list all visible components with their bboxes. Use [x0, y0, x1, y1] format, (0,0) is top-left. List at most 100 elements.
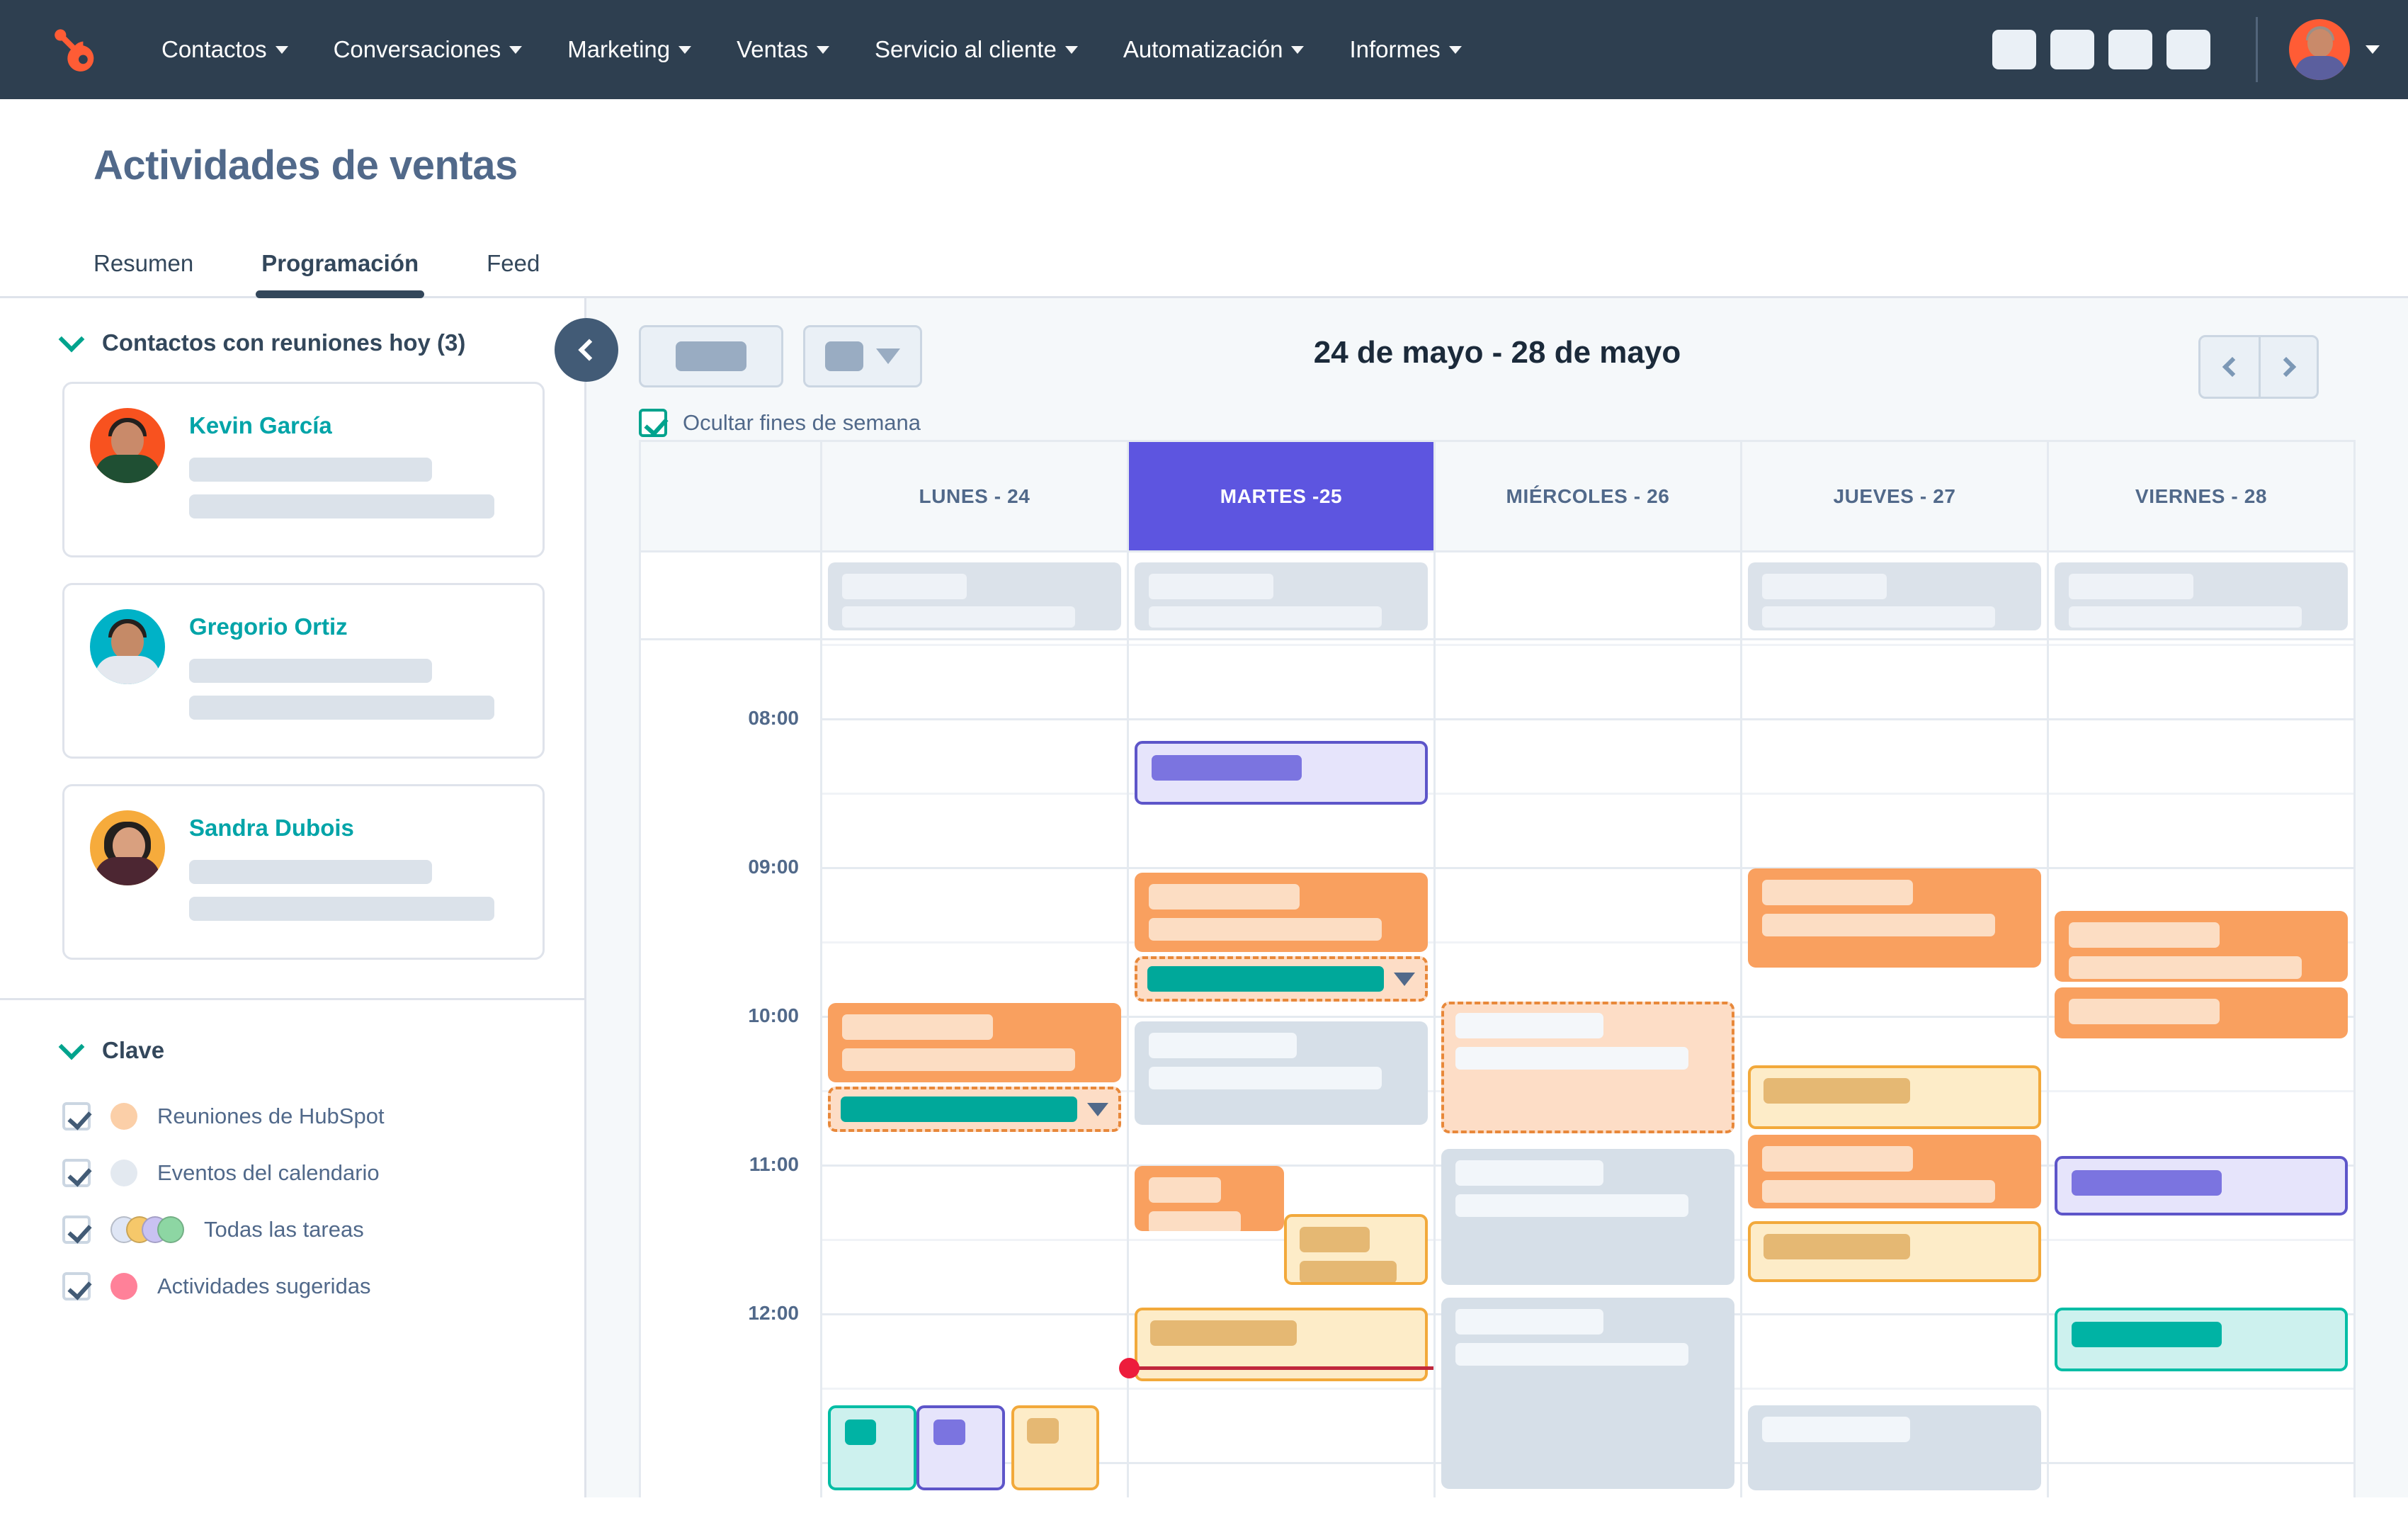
contact-card-kevin-garcia[interactable]: Kevin García — [62, 382, 545, 557]
event-suggested-activity[interactable] — [1441, 1002, 1734, 1133]
legend-item-eventos-del-calendario[interactable]: Eventos del calendario — [62, 1159, 545, 1187]
legend-checkbox[interactable] — [62, 1102, 91, 1130]
event-calendar[interactable] — [1441, 1149, 1734, 1285]
event-subtitle-placeholder — [842, 1048, 1076, 1071]
day-column-miercoles-26[interactable] — [1436, 640, 1742, 1497]
event-meeting[interactable] — [2055, 987, 2348, 1038]
legend-item-actividades-sugeridas[interactable]: Actividades sugeridas — [62, 1272, 545, 1300]
all-day-cell-martes[interactable] — [1129, 552, 1436, 638]
event-title-placeholder — [1152, 755, 1302, 781]
avatar[interactable] — [2289, 19, 2350, 80]
event-calendar[interactable] — [1135, 1021, 1428, 1125]
event-calendar[interactable] — [1441, 1298, 1734, 1489]
event-meeting[interactable] — [1748, 868, 2041, 968]
all-day-event[interactable] — [2055, 562, 2348, 630]
toolbar-primary-button[interactable] — [639, 325, 783, 387]
event-title-placeholder — [1149, 1033, 1297, 1058]
event-subtitle-placeholder — [1455, 1343, 1689, 1366]
contact-name[interactable]: Sandra Dubois — [189, 815, 517, 842]
tab-resumen[interactable]: Resumen — [93, 250, 193, 298]
nav-item-servicio-al-cliente[interactable]: Servicio al cliente — [852, 36, 1101, 63]
event-purple[interactable] — [2055, 1156, 2348, 1216]
chevron-down-icon — [58, 326, 85, 353]
day-header-miercoles-26[interactable]: MIÉRCOLES - 26 — [1436, 442, 1742, 550]
day-column-jueves-27[interactable] — [1742, 640, 2049, 1497]
all-day-cell-lunes[interactable] — [822, 552, 1129, 638]
previous-week-button[interactable] — [2200, 337, 2259, 397]
toolbar-dropdown-button[interactable] — [803, 325, 922, 387]
all-day-cell-viernes[interactable] — [2049, 552, 2353, 638]
day-header-viernes-28[interactable]: VIERNES - 28 — [2049, 442, 2353, 550]
legend-item-reuniones-de-hubspot[interactable]: Reuniones de HubSpot — [62, 1102, 545, 1130]
nav-action-placeholder-3[interactable] — [2108, 30, 2152, 69]
avatar-body — [95, 857, 160, 885]
hide-weekends-checkbox[interactable] — [639, 409, 667, 437]
contacts-section-header[interactable]: Contactos con reuniones hoy (3) — [58, 326, 545, 356]
nav-action-placeholder-4[interactable] — [2166, 30, 2210, 69]
event-meeting[interactable] — [1135, 1166, 1284, 1231]
event-suggested-activity[interactable] — [1135, 956, 1428, 1002]
event-task[interactable] — [1011, 1405, 1100, 1490]
event-subtitle-placeholder — [2069, 606, 2302, 628]
nav-item-contactos[interactable]: Contactos — [139, 36, 311, 63]
legend-checkbox[interactable] — [62, 1272, 91, 1300]
event-teal[interactable] — [828, 1405, 916, 1490]
all-day-event[interactable] — [828, 562, 1121, 630]
caret-down-icon[interactable] — [1394, 972, 1415, 986]
page-header: Actividades de ventas Resumen Programaci… — [0, 99, 2408, 298]
tab-programacion[interactable]: Programación — [256, 250, 425, 298]
event-task[interactable] — [1135, 1308, 1428, 1381]
event-task[interactable] — [1284, 1214, 1428, 1285]
day-column-lunes-24[interactable] — [822, 640, 1129, 1497]
event-teal[interactable] — [2055, 1308, 2348, 1371]
hubspot-sprocket-logo[interactable] — [50, 23, 102, 76]
event-title-placeholder — [1455, 1160, 1604, 1186]
legend-item-todas-las-tareas[interactable]: Todas las tareas — [62, 1216, 545, 1244]
event-suggested-activity[interactable] — [828, 1087, 1121, 1132]
nav-item-ventas[interactable]: Ventas — [714, 36, 852, 63]
legend-checkbox[interactable] — [62, 1216, 91, 1244]
event-purple[interactable] — [916, 1405, 1005, 1490]
day-column-viernes-28[interactable] — [2049, 640, 2353, 1497]
nav-action-placeholder-1[interactable] — [1992, 30, 2036, 69]
all-day-event[interactable] — [1748, 562, 2041, 630]
event-meeting[interactable] — [1135, 873, 1428, 952]
caret-down-icon[interactable] — [1087, 1102, 1108, 1116]
nav-action-placeholder-2[interactable] — [2050, 30, 2094, 69]
tab-feed[interactable]: Feed — [487, 250, 540, 298]
event-meeting[interactable] — [828, 1003, 1121, 1082]
chevron-down-icon — [275, 45, 288, 54]
chevron-down-icon — [58, 1033, 85, 1060]
collapse-sidebar-button[interactable] — [555, 318, 618, 382]
event-task[interactable] — [1748, 1065, 2041, 1129]
avatar-body — [95, 455, 160, 483]
event-calendar[interactable] — [1748, 1405, 2041, 1490]
day-header-martes-25[interactable]: MARTES -25 — [1129, 442, 1436, 550]
event-purple[interactable] — [1135, 741, 1428, 805]
button-label-placeholder — [825, 341, 863, 371]
event-task[interactable] — [1748, 1221, 2041, 1282]
next-week-button[interactable] — [2259, 337, 2317, 397]
day-header-jueves-27[interactable]: JUEVES - 27 — [1742, 442, 2049, 550]
nav-item-automatizacion[interactable]: Automatización — [1101, 36, 1327, 63]
all-day-cell-jueves[interactable] — [1742, 552, 2049, 638]
contact-name[interactable]: Gregorio Ortiz — [189, 613, 517, 640]
legend-section-header[interactable]: Clave — [58, 1033, 545, 1064]
time-gutter-header — [641, 442, 822, 550]
contact-name[interactable]: Kevin García — [189, 412, 517, 439]
event-meeting[interactable] — [1748, 1135, 2041, 1208]
nav-item-marketing[interactable]: Marketing — [545, 36, 714, 63]
all-day-event[interactable] — [1135, 562, 1428, 630]
all-day-cell-miercoles[interactable] — [1436, 552, 1742, 638]
hide-weekends-toggle[interactable]: Ocultar fines de semana — [639, 409, 2408, 437]
contact-card-gregorio-ortiz[interactable]: Gregorio Ortiz — [62, 583, 545, 759]
page-title: Actividades de ventas — [93, 142, 518, 188]
nav-item-conversaciones[interactable]: Conversaciones — [311, 36, 545, 63]
nav-item-informes[interactable]: Informes — [1327, 36, 1484, 63]
contact-card-sandra-dubois[interactable]: Sandra Dubois — [62, 784, 545, 960]
chevron-down-icon[interactable] — [2366, 45, 2380, 54]
legend-checkbox[interactable] — [62, 1159, 91, 1187]
event-meeting[interactable] — [2055, 911, 2348, 982]
day-column-martes-25[interactable] — [1119, 640, 1436, 1497]
day-header-lunes-24[interactable]: LUNES - 24 — [822, 442, 1129, 550]
